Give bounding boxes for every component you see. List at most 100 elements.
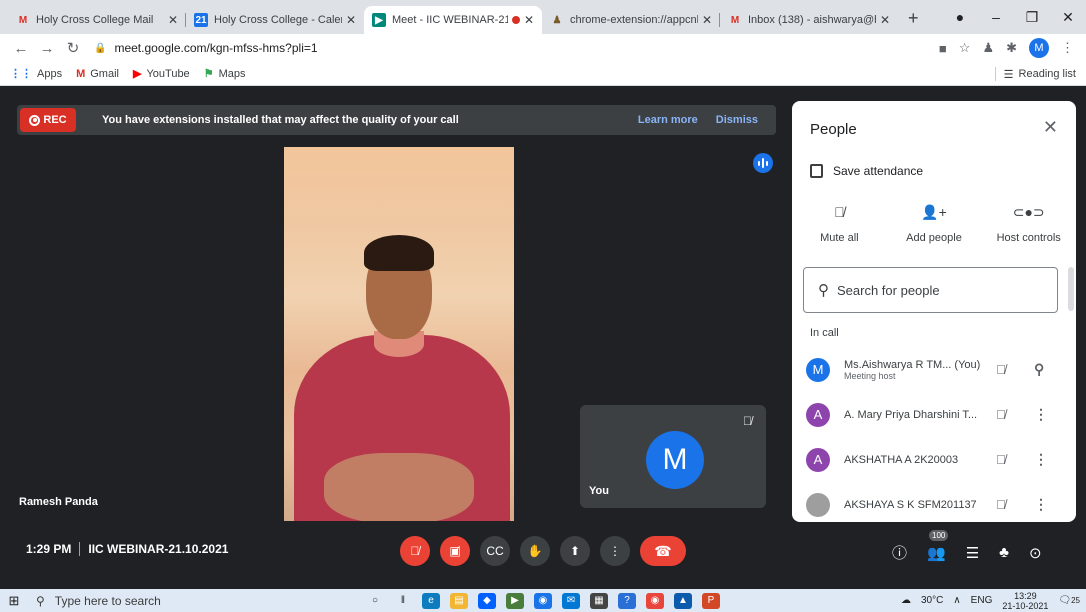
reload-button[interactable]: ↻ [60,39,86,57]
lock-icon[interactable]: 🔒 [94,43,106,54]
tab-chrome-extension[interactable]: ♟ chrome-extension://appcnhi ✕ [542,6,720,34]
mic-off-icon[interactable]: 🎙̸ [996,362,1006,377]
pin-icon[interactable]: ⚲ [1034,361,1044,378]
tab-holy-cross-mail[interactable]: M Holy Cross College Mail ✕ [8,6,186,34]
people-button[interactable]: 100 👥 [927,529,949,562]
close-icon[interactable]: ✕ [346,13,356,27]
action-label: Mute all [820,232,859,244]
close-icon[interactable]: ✕ [168,13,178,27]
participant-row[interactable]: AKSHAYA S K SFM201137 🎙̸ ⋮ [792,482,1076,522]
camera-icon[interactable]: ■ [939,41,947,56]
windows-start-icon[interactable]: ⊞ [0,593,28,609]
dropbox-icon[interactable]: ◆ [478,592,496,609]
search-placeholder: Search for people [837,282,940,298]
chrome-icon[interactable]: ◉ [646,592,664,609]
notification-icon[interactable]: 🗨25 [1058,595,1080,606]
participant-name: A. Mary Priya Dharshini T... [844,408,978,421]
add-people-button[interactable]: 👤+ Add people [887,204,982,244]
tab-label: Inbox (138) - aishwarya@hcc [748,14,876,26]
forward-button[interactable]: → [34,40,60,57]
close-icon[interactable]: ✕ [880,13,890,27]
tab-inbox[interactable]: M Inbox (138) - aishwarya@hcc ✕ [720,6,898,34]
close-icon[interactable]: ✕ [702,13,712,27]
chevron-up-icon[interactable]: ∧ [953,595,960,606]
language-indicator[interactable]: ENG [971,595,993,606]
extension-icon[interactable]: ♟ [982,40,994,56]
puzzle-icon[interactable]: ✱ [1006,40,1017,56]
back-button[interactable]: ← [8,40,34,57]
temperature[interactable]: 30°C [921,595,943,606]
task-view-icon[interactable]: ‖ [394,593,412,609]
mail-icon[interactable]: ✉ [562,592,580,609]
more-icon[interactable]: ⋮ [1034,451,1048,468]
main-participant-video[interactable] [284,147,514,521]
store-icon[interactable]: ▦ [590,592,608,609]
new-tab-button[interactable]: + [908,8,919,29]
hang-up-button[interactable]: ☎ [640,536,686,566]
help-icon[interactable]: ? [618,592,636,609]
chrome-icon[interactable]: ◉ [534,592,552,609]
taskbar-search[interactable]: ⚲ Type here to search [36,594,306,608]
photos-icon[interactable]: ▲ [674,592,692,609]
edge-icon[interactable]: e [422,592,440,609]
raise-hand-icon[interactable]: ✋ [520,536,550,566]
bookmark-maps[interactable]: ⚑ Maps [204,67,246,81]
save-attendance-button[interactable]: Save attendance [810,164,923,178]
url-field[interactable]: 🔒 meet.google.com/kgn-mfss-hms?pli=1 [94,36,931,60]
mic-off-icon[interactable]: 🎙̸ [996,452,1006,467]
bookmark-gmail[interactable]: M Gmail [76,68,119,80]
participant-row[interactable]: A AKSHATHA A 2K20003 🎙̸ ⋮ [792,437,1076,482]
learn-more-link[interactable]: Learn more [638,114,698,126]
self-view-tile[interactable]: 🎙̸ M You [580,405,766,508]
present-screen-icon[interactable]: ⬆ [560,536,590,566]
panel-scrollbar[interactable] [1068,267,1074,311]
activities-icon[interactable]: ♣ [999,544,1009,561]
gmail-icon: M [730,14,740,26]
camera-off-icon[interactable]: ▣̸ [440,536,470,566]
more-icon[interactable]: ⋮ [1034,406,1048,423]
info-icon[interactable]: ⓘ [892,542,907,563]
extension-icon: ♟ [552,14,562,26]
reading-list-button[interactable]: ☰ Reading list [994,67,1076,81]
close-icon[interactable]: ✕ [1043,117,1058,138]
bookmark-star-icon[interactable]: ☆ [959,40,971,56]
video-app-icon[interactable]: ▶ [506,592,524,609]
participant-row[interactable]: M Ms.Aishwarya R TM... (You) Meeting hos… [792,347,1076,392]
host-controls-button[interactable]: ⊂●⊃ Host controls [981,204,1076,244]
dismiss-button[interactable]: Dismiss [716,114,758,126]
minimize-button[interactable]: – [978,9,1014,25]
menu-icon[interactable]: ⋮ [1061,40,1074,56]
mic-off-icon[interactable]: 🎙̸ [996,497,1006,512]
mic-off-icon[interactable]: 🎙̸ [996,407,1006,422]
participant-role: Meeting host [844,370,896,381]
system-tray: ☁ 30°C ∧ ENG 13:29 21-10-2021 🗨25 [901,589,1080,612]
gmail-icon: M [18,14,28,26]
close-window-button[interactable]: ✕ [1050,9,1086,26]
tab-meet[interactable]: ▶ Meet - IIC WEBINAR-21.1 ✕ [364,6,542,34]
search-people-input[interactable]: ⚲ Search for people [803,267,1058,313]
maximize-button[interactable]: ❐ [1014,9,1050,26]
chat-icon[interactable]: ☰ [966,544,979,562]
captions-icon[interactable]: CC [480,536,510,566]
profile-avatar[interactable]: M [1029,38,1049,58]
participant-row[interactable]: A A. Mary Priya Dharshini T... 🎙̸ ⋮ [792,392,1076,437]
mic-off-icon[interactable]: 🎙̸ [400,536,430,566]
record-indicator-icon[interactable]: ● [942,9,978,25]
weather-icon[interactable]: ☁ [901,595,911,606]
more-options-icon[interactable]: ⋮ [600,536,630,566]
calendar-icon: 21 [194,13,208,27]
mute-all-button[interactable]: 🎙̸ Mute all [792,204,887,244]
cortana-icon[interactable]: ○ [366,593,384,609]
clock[interactable]: 13:29 21-10-2021 [1002,591,1048,611]
powerpoint-icon[interactable]: P [702,592,720,609]
close-icon[interactable]: ✕ [524,13,534,27]
panel-title: People [810,121,857,138]
file-explorer-icon[interactable]: ▤ [450,592,468,609]
bookmark-youtube[interactable]: ▶ YouTube [133,67,190,81]
host-controls-icon[interactable]: ⊙ [1029,544,1042,562]
more-icon[interactable]: ⋮ [1034,496,1048,513]
tab-holy-cross-calendar[interactable]: 21 Holy Cross College - Calendar ✕ [186,6,364,34]
recording-badge[interactable]: REC [20,108,76,132]
bookmark-apps[interactable]: ⋮⋮ Apps [10,67,62,81]
windows-taskbar: ⊞ ⚲ Type here to search ○ ‖ e ▤ ◆ ▶ ◉ ✉ … [0,589,1086,612]
